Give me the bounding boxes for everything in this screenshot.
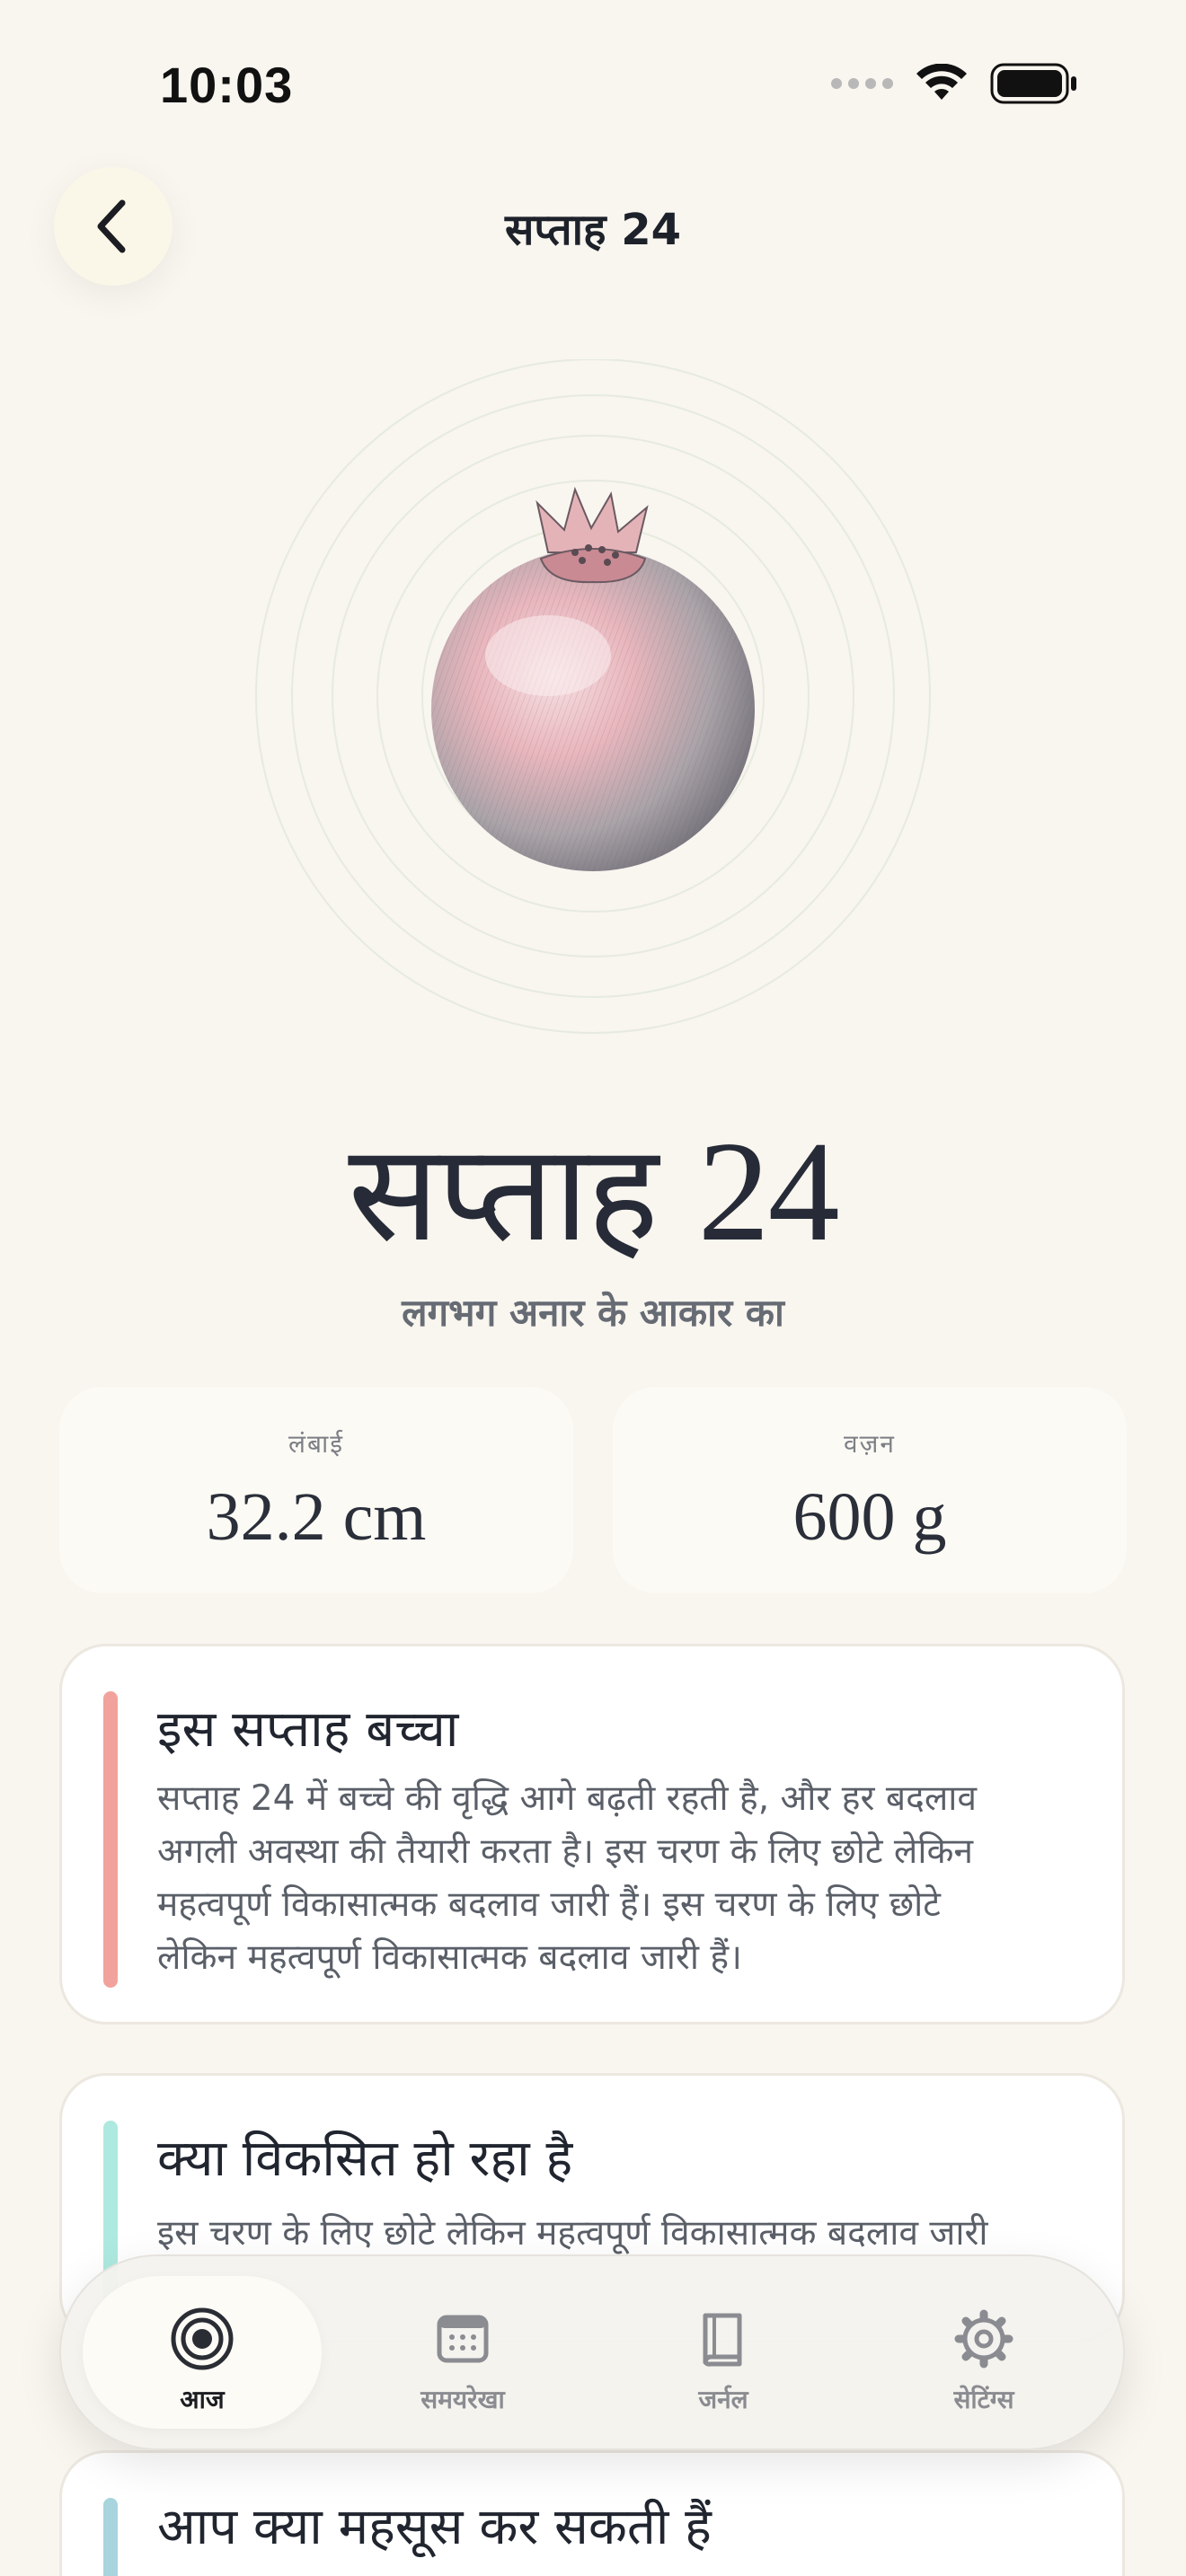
week-heading: सप्ताह 24 xyxy=(0,1096,1186,1279)
card-title: आप क्या महसूस कर सकती हैं xyxy=(157,2498,712,2556)
book-icon xyxy=(703,2313,742,2367)
length-card: लंबाई 32.2 cm xyxy=(59,1387,573,1593)
card-body: इस चरण के लिए छोटे लेकिन महत्वपूर्ण विका… xyxy=(157,2213,988,2254)
size-comparison: लगभग अनार के आकार का xyxy=(402,1291,784,1335)
tab-label: समयरेखा xyxy=(420,2385,505,2414)
tab-label: जर्नल xyxy=(698,2385,748,2414)
status-time: 10:03 xyxy=(160,57,294,113)
wifi-icon xyxy=(916,64,967,100)
card-body-line: सप्ताह 24 में बच्चे की वृद्धि आगे बढ़ती … xyxy=(157,1778,978,1819)
target-icon xyxy=(171,2307,234,2370)
bottom-tab-bar: आज समयरेखा जर्नल सेटिंग्स xyxy=(59,2254,1125,2450)
tab-journal[interactable]: जर्नल xyxy=(604,2276,843,2429)
length-label: लंबाई xyxy=(288,1429,344,1459)
pomegranate-illustration xyxy=(252,358,934,1042)
card-body-line: लेकिन महत्वपूर्ण विकासात्मक बदलाव जारी ह… xyxy=(157,1937,742,1978)
tab-settings[interactable]: सेटिंग्स xyxy=(864,2276,1103,2429)
week-heading-word: सप्ताह xyxy=(348,1116,659,1272)
card-accent-bar xyxy=(103,2498,118,2576)
week-heading-number: 24 xyxy=(697,1111,840,1271)
week-detail-screen: 10:03 सप्ताह 24 सप्ताह 24 लगभग अनार के आ… xyxy=(0,0,1186,2576)
gear-icon xyxy=(954,2309,1013,2369)
card-title: क्या विकसित हो रहा है xyxy=(157,2130,573,2188)
status-indicators xyxy=(831,63,1078,104)
tab-timeline[interactable]: समयरेखा xyxy=(343,2276,582,2429)
tab-label: आज xyxy=(180,2385,225,2414)
baby-this-week-card[interactable]: इस सप्ताह बच्चा सप्ताह 24 में बच्चे की व… xyxy=(59,1644,1125,2025)
weight-card: वज़न 600 g xyxy=(613,1387,1127,1593)
card-title: इस सप्ताह बच्चा xyxy=(157,1700,459,1759)
card-body-line: अगली अवस्था की तैयारी करता है। इस चरण के… xyxy=(157,1831,974,1872)
weight-value: 600 g xyxy=(792,1479,947,1555)
tab-label: सेटिंग्स xyxy=(953,2385,1014,2414)
length-value: 32.2 cm xyxy=(206,1479,427,1555)
calendar-icon xyxy=(437,2315,489,2363)
card-body: सप्ताह 24 में बच्चे की वृद्धि आगे बढ़ती … xyxy=(157,1772,1110,1984)
tab-today[interactable]: आज xyxy=(83,2276,322,2429)
weight-label: वज़न xyxy=(844,1429,896,1459)
cellular-signal-icon xyxy=(831,78,893,89)
card-accent-bar xyxy=(103,1691,118,1988)
page-title: सप्ताह 24 xyxy=(504,205,682,255)
what-you-may-feel-card[interactable]: आप क्या महसूस कर सकती हैं xyxy=(59,2450,1125,2576)
battery-icon xyxy=(990,63,1076,104)
card-body-line: महत्वपूर्ण विकासात्मक बदलाव जारी हैं। इस… xyxy=(157,1884,941,1925)
